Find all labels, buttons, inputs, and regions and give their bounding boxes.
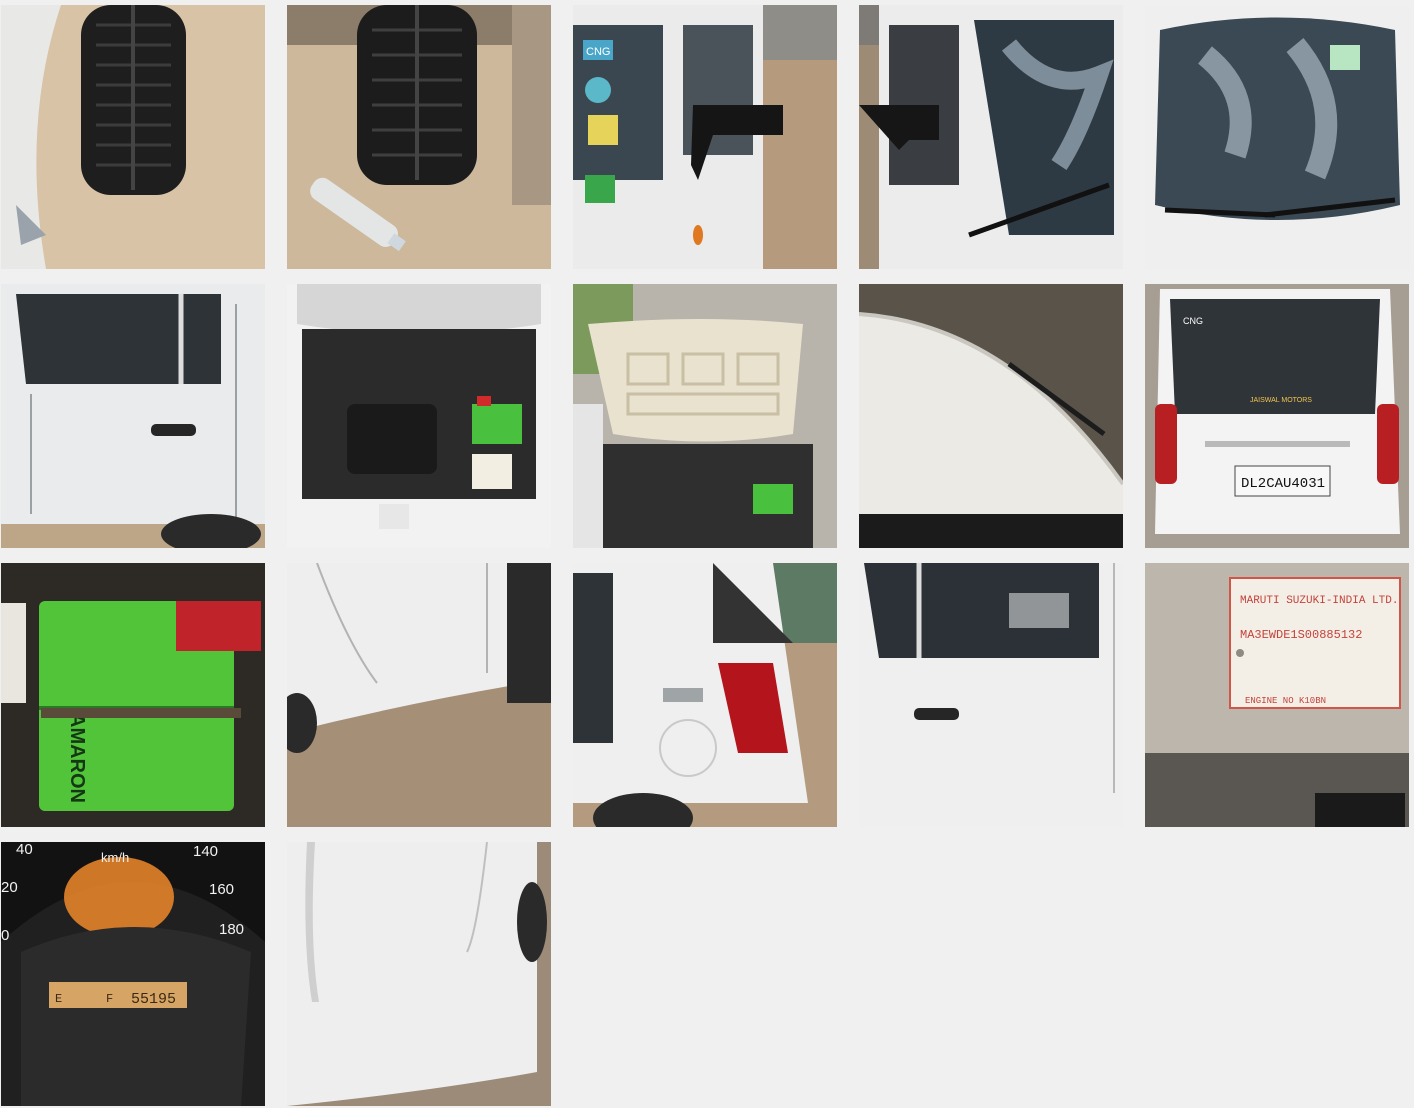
battery-brand: AMARON: [66, 713, 88, 803]
speed-tick-180: 180: [219, 921, 244, 938]
gallery-photo-tyre-front[interactable]: [1, 5, 265, 269]
speed-tick-20: 20: [1, 879, 18, 896]
gallery-photo-right-door-windshield[interactable]: [859, 5, 1123, 269]
gallery-photo-hood-underside[interactable]: [573, 284, 837, 548]
speed-tick-160: 160: [209, 881, 234, 898]
vin-maker: MARUTI SUZUKI-INDIA LTD.: [1240, 595, 1398, 607]
gallery-photo-windshield[interactable]: [1145, 5, 1409, 269]
photo-hood-underside: [573, 284, 837, 548]
vin-number: MA3EWDE1S00885132: [1240, 628, 1362, 642]
gallery-photo-left-door-panel[interactable]: [287, 842, 551, 1106]
cng-badge: CNG: [1183, 316, 1203, 326]
photo-rear-plate: CNG JAISWAL MOTORS DL2CAU4031: [1145, 284, 1409, 548]
photo-left-side-doors: [1, 284, 265, 548]
gallery-photo-right-rear-door[interactable]: [859, 563, 1123, 827]
plate-number: DL2CAU4031: [1241, 476, 1325, 492]
dealer-sticker: JAISWAL MOTORS: [1250, 397, 1312, 404]
photo-gallery: CNG CNG JAISWAL MOTORS DL2CAU4031 AMARON…: [1, 5, 1409, 1106]
gallery-photo-left-side-doors[interactable]: [1, 284, 265, 548]
fuel-label-empty: E: [55, 992, 62, 1006]
gallery-photo-taillight[interactable]: [573, 563, 837, 827]
gallery-photo-tyre-rear[interactable]: [287, 5, 551, 269]
photo-right-rear-door: [859, 563, 1123, 827]
gallery-photo-left-door-mirror[interactable]: CNG: [573, 5, 837, 269]
cng-sticker: CNG: [586, 46, 610, 58]
gallery-photo-speedometer[interactable]: 40 20 0 140 160 180 km/h E F 55195: [1, 842, 265, 1106]
speed-unit: km/h: [101, 850, 129, 865]
photo-right-lower-panel: [287, 563, 551, 827]
photo-roof: [859, 284, 1123, 548]
odometer-reading: 55195: [131, 991, 176, 1008]
photo-battery: AMARON: [1, 563, 265, 827]
gallery-photo-right-lower-panel[interactable]: [287, 563, 551, 827]
speed-tick-140: 140: [193, 843, 218, 860]
photo-speedometer: 40 20 0 140 160 180 km/h E F 55195: [1, 842, 265, 1106]
gallery-photo-vin-plate[interactable]: MARUTI SUZUKI-INDIA LTD. MA3EWDE1S008851…: [1145, 563, 1409, 827]
photo-vin-plate: MARUTI SUZUKI-INDIA LTD. MA3EWDE1S008851…: [1145, 563, 1409, 827]
fuel-label-full: F: [106, 992, 113, 1006]
photo-tyre-front: [1, 5, 265, 269]
gallery-photo-battery[interactable]: AMARON: [1, 563, 265, 827]
gallery-photo-roof[interactable]: [859, 284, 1123, 548]
gallery-photo-rear-plate[interactable]: CNG JAISWAL MOTORS DL2CAU4031: [1145, 284, 1409, 548]
speed-tick-0: 0: [1, 927, 9, 944]
photo-left-door-mirror: CNG: [573, 5, 837, 269]
speed-tick-40: 40: [16, 842, 33, 858]
engine-number: ENGINE NO K10BN: [1245, 696, 1326, 706]
photo-left-door-panel: [287, 842, 551, 1106]
photo-right-door-windshield: [859, 5, 1123, 269]
photo-tyre-rear: [287, 5, 551, 269]
photo-engine-bay: [287, 284, 551, 548]
photo-windshield: [1145, 5, 1409, 269]
gallery-photo-engine-bay[interactable]: [287, 284, 551, 548]
photo-taillight: [573, 563, 837, 827]
